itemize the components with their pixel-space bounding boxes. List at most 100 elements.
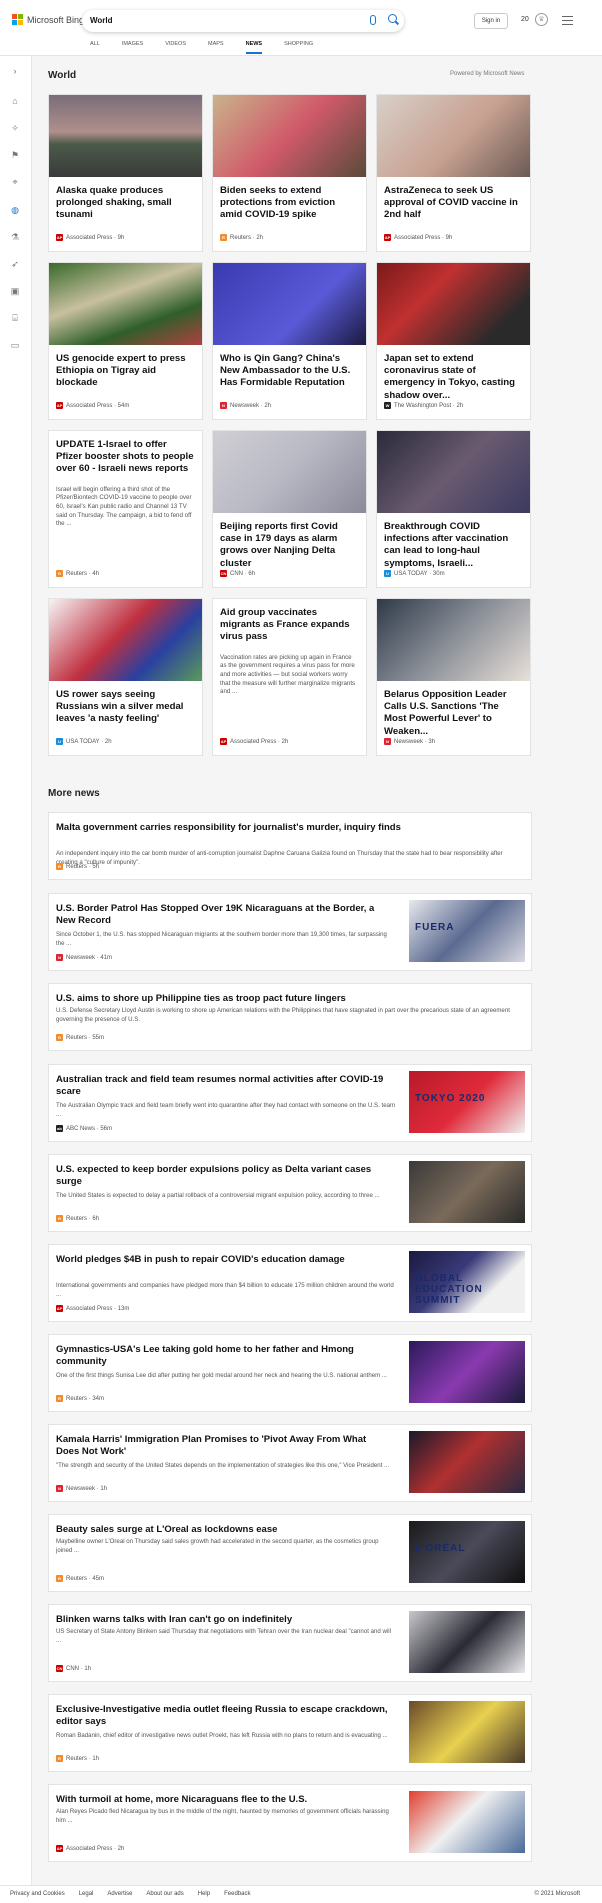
footer-link-privacy[interactable]: Privacy and Cookies bbox=[10, 1891, 65, 1897]
more-news-title-link[interactable]: Gymnastics-USA's Lee taking gold home to… bbox=[56, 1344, 391, 1368]
news-card-source[interactable]: N Newsweek · 3h bbox=[384, 738, 435, 745]
footer-link-feedback[interactable]: Feedback bbox=[224, 1891, 250, 1897]
more-news-source[interactable]: R Reuters · 1h bbox=[56, 1755, 99, 1762]
sparkle-icon[interactable]: ✧ bbox=[10, 123, 20, 133]
search-input[interactable]: World bbox=[82, 10, 404, 32]
more-news-thumbnail[interactable] bbox=[409, 1161, 525, 1223]
more-news-title-link[interactable]: Malta government carries responsibility … bbox=[56, 822, 521, 834]
news-card[interactable]: US genocide expert to press Ethiopia on … bbox=[48, 262, 203, 420]
more-news-source[interactable]: R Reuters · 5h bbox=[56, 863, 99, 870]
more-news-title-link[interactable]: Exclusive-Investigative media outlet fle… bbox=[56, 1704, 391, 1728]
news-card-title[interactable]: US genocide expert to press Ethiopia on … bbox=[56, 353, 195, 390]
more-news-thumbnail[interactable] bbox=[409, 1611, 525, 1673]
more-news-item[interactable]: Blinken warns talks with Iran can't go o… bbox=[48, 1604, 532, 1682]
science-icon[interactable]: ⚗ bbox=[10, 232, 20, 242]
home-icon[interactable]: ⌂ bbox=[10, 96, 20, 106]
more-news-thumbnail[interactable]: TOKYO 2020 bbox=[409, 1071, 525, 1133]
search-icon[interactable] bbox=[388, 14, 397, 23]
footer-link-legal[interactable]: Legal bbox=[79, 1891, 94, 1897]
news-card-title[interactable]: Breakthrough COVID infections after vacc… bbox=[384, 521, 523, 570]
news-card-title[interactable]: Aid group vaccinates migrants as France … bbox=[220, 607, 359, 644]
globe-icon[interactable]: ◍ bbox=[10, 205, 20, 215]
news-card-image[interactable] bbox=[213, 95, 366, 177]
news-card[interactable]: Breakthrough COVID infections after vacc… bbox=[376, 430, 531, 588]
news-card[interactable]: Who is Qin Gang? China's New Ambassador … bbox=[212, 262, 367, 420]
news-card-image[interactable] bbox=[49, 263, 202, 345]
news-card-source[interactable]: N Newsweek · 2h bbox=[220, 402, 271, 409]
more-news-title-link[interactable]: U.S. expected to keep border expulsions … bbox=[56, 1164, 391, 1188]
news-card-title[interactable]: US rower says seeing Russians win a silv… bbox=[56, 689, 195, 726]
film-icon[interactable]: ▣ bbox=[10, 286, 20, 296]
news-card[interactable]: Beijing reports first Covid case in 179 … bbox=[212, 430, 367, 588]
tab-maps[interactable]: MAPS bbox=[208, 41, 224, 54]
more-news-item[interactable]: U.S. expected to keep border expulsions … bbox=[48, 1154, 532, 1232]
more-news-title-link[interactable]: World pledges $4B in push to repair COVI… bbox=[56, 1254, 391, 1266]
news-card[interactable]: Aid group vaccinates migrants as France … bbox=[212, 598, 367, 756]
more-news-thumbnail[interactable] bbox=[409, 1341, 525, 1403]
news-card-image[interactable] bbox=[377, 431, 530, 513]
expand-chevron-icon[interactable]: › bbox=[10, 66, 20, 76]
news-card-source[interactable]: U USA TODAY · 30m bbox=[384, 570, 445, 577]
news-card-source[interactable]: CN CNN · 6h bbox=[220, 570, 255, 577]
more-news-item[interactable]: Beauty sales surge at L'Oreal as lockdow… bbox=[48, 1514, 532, 1592]
rewards-trophy-icon[interactable]: ♕ bbox=[535, 13, 548, 26]
more-news-title-link[interactable]: Kamala Harris' Immigration Plan Promises… bbox=[56, 1434, 391, 1458]
more-news-source[interactable]: ab ABC News · 56m bbox=[56, 1125, 112, 1132]
news-card-source[interactable]: W The Washington Post · 2h bbox=[384, 402, 463, 409]
news-card-image[interactable] bbox=[377, 599, 530, 681]
more-news-source[interactable]: AP Associated Press · 2h bbox=[56, 1845, 124, 1852]
more-news-thumbnail[interactable]: FUERA bbox=[409, 900, 525, 962]
news-card-title[interactable]: Belarus Opposition Leader Calls U.S. San… bbox=[384, 689, 523, 738]
more-news-thumbnail[interactable]: GLOBAL EDUCATION SUMMIT bbox=[409, 1251, 525, 1313]
footer-link-advertise[interactable]: Advertise bbox=[107, 1891, 132, 1897]
sign-in-button[interactable]: Sign in bbox=[474, 13, 508, 29]
news-card-image[interactable] bbox=[213, 263, 366, 345]
more-news-title-link[interactable]: Beauty sales surge at L'Oreal as lockdow… bbox=[56, 1524, 391, 1536]
more-news-thumbnail[interactable]: L'ORÉAL bbox=[409, 1521, 525, 1583]
footer-link-help[interactable]: Help bbox=[198, 1891, 210, 1897]
rewards-points[interactable]: 20 bbox=[521, 16, 529, 23]
rocket-icon[interactable]: ➶ bbox=[10, 259, 20, 269]
tab-shopping[interactable]: SHOPPING bbox=[284, 41, 313, 54]
bing-logo[interactable]: Microsoft Bing bbox=[12, 14, 84, 25]
bank-icon[interactable]: ⌸ bbox=[10, 313, 20, 323]
more-news-item[interactable]: Gymnastics-USA's Lee taking gold home to… bbox=[48, 1334, 532, 1412]
microphone-icon[interactable] bbox=[370, 15, 376, 25]
news-card-image[interactable] bbox=[213, 431, 366, 513]
tab-all[interactable]: ALL bbox=[90, 41, 100, 54]
news-card-title[interactable]: UPDATE 1-Israel to offer Pfizer booster … bbox=[56, 439, 195, 476]
more-news-title-link[interactable]: U.S. Border Patrol Has Stopped Over 19K … bbox=[56, 903, 391, 927]
news-card-image[interactable] bbox=[377, 95, 530, 177]
more-news-source[interactable]: R Reuters · 55m bbox=[56, 1034, 104, 1041]
more-news-title-link[interactable]: With turmoil at home, more Nicaraguans f… bbox=[56, 1794, 391, 1806]
menu-icon[interactable] bbox=[562, 16, 573, 28]
news-card-image[interactable] bbox=[49, 599, 202, 681]
news-card-source[interactable]: AP Associated Press · 9h bbox=[56, 234, 124, 241]
news-card-title[interactable]: Japan set to extend coronavirus state of… bbox=[384, 353, 523, 402]
more-news-title-link[interactable]: Australian track and field team resumes … bbox=[56, 1074, 391, 1098]
more-news-source[interactable]: CN CNN · 1h bbox=[56, 1665, 91, 1672]
more-news-source[interactable]: R Reuters · 45m bbox=[56, 1575, 104, 1582]
more-news-thumbnail[interactable] bbox=[409, 1431, 525, 1493]
news-card[interactable]: Belarus Opposition Leader Calls U.S. San… bbox=[376, 598, 531, 756]
news-card-source[interactable]: R Reuters · 2h bbox=[220, 234, 263, 241]
more-news-title-link[interactable]: U.S. aims to shore up Philippine ties as… bbox=[56, 993, 521, 1005]
more-news-source[interactable]: N Newsweek · 41m bbox=[56, 954, 112, 961]
news-card-source[interactable]: AP Associated Press · 54m bbox=[56, 402, 129, 409]
tab-images[interactable]: IMAGES bbox=[122, 41, 143, 54]
news-card-image[interactable] bbox=[377, 263, 530, 345]
money-icon[interactable]: ▭ bbox=[10, 340, 20, 350]
more-news-item[interactable]: Exclusive-Investigative media outlet fle… bbox=[48, 1694, 532, 1772]
news-card-source[interactable]: R Reuters · 4h bbox=[56, 570, 99, 577]
more-news-source[interactable]: N Newsweek · 1h bbox=[56, 1485, 107, 1492]
more-news-title-link[interactable]: Blinken warns talks with Iran can't go o… bbox=[56, 1614, 391, 1626]
news-card-image[interactable] bbox=[49, 95, 202, 177]
news-card-title[interactable]: Who is Qin Gang? China's New Ambassador … bbox=[220, 353, 359, 390]
news-card[interactable]: Alaska quake produces prolonged shaking,… bbox=[48, 94, 203, 252]
more-news-item[interactable]: U.S. aims to shore up Philippine ties as… bbox=[48, 983, 532, 1051]
news-card-title[interactable]: Biden seeks to extend protections from e… bbox=[220, 185, 359, 222]
more-news-thumbnail[interactable] bbox=[409, 1701, 525, 1763]
tab-news[interactable]: NEWS bbox=[245, 41, 263, 54]
news-card-title[interactable]: Beijing reports first Covid case in 179 … bbox=[220, 521, 359, 570]
more-news-source[interactable]: R Reuters · 6h bbox=[56, 1215, 99, 1222]
